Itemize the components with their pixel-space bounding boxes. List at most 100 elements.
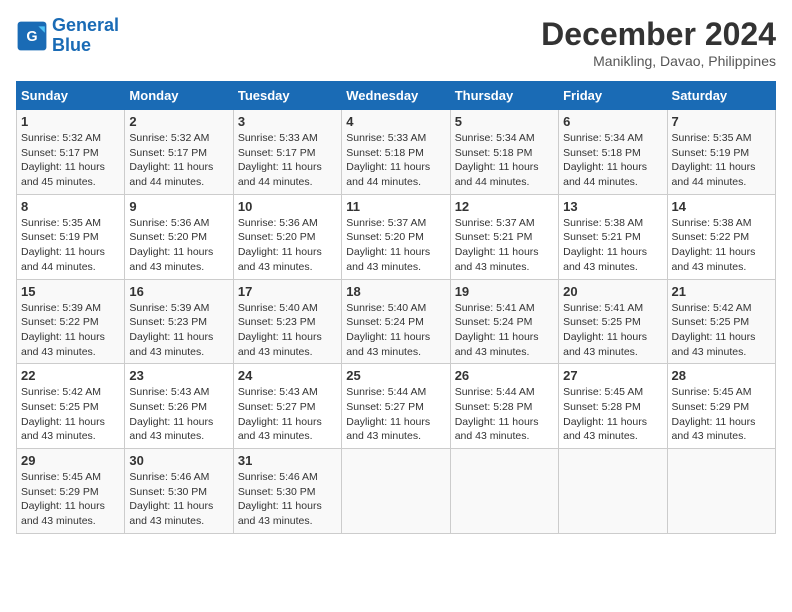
header-friday: Friday (559, 82, 667, 110)
day-info: Sunrise: 5:46 AMSunset: 5:30 PMDaylight:… (238, 470, 337, 529)
table-row: 25 Sunrise: 5:44 AMSunset: 5:27 PMDayligh… (342, 364, 450, 449)
day-number: 20 (563, 284, 662, 299)
day-info: Sunrise: 5:43 AMSunset: 5:26 PMDaylight:… (129, 385, 228, 444)
day-number: 15 (21, 284, 120, 299)
day-info: Sunrise: 5:33 AMSunset: 5:17 PMDaylight:… (238, 131, 337, 190)
table-row: 14 Sunrise: 5:38 AMSunset: 5:22 PMDayligh… (667, 194, 775, 279)
day-number: 23 (129, 368, 228, 383)
day-info: Sunrise: 5:44 AMSunset: 5:27 PMDaylight:… (346, 385, 445, 444)
day-number: 28 (672, 368, 771, 383)
day-number: 2 (129, 114, 228, 129)
header-monday: Monday (125, 82, 233, 110)
svg-text:G: G (26, 29, 37, 45)
logo-icon: G (16, 20, 48, 52)
logo: G General Blue (16, 16, 119, 56)
day-number: 29 (21, 453, 120, 468)
day-number: 11 (346, 199, 445, 214)
table-row: 29 Sunrise: 5:45 AMSunset: 5:29 PMDayligh… (17, 449, 125, 534)
table-row: 8Sunrise: 5:35 AMSunset: 5:19 PMDaylight… (17, 194, 125, 279)
day-info: Sunrise: 5:46 AMSunset: 5:30 PMDaylight:… (129, 470, 228, 529)
location: Manikling, Davao, Philippines (541, 53, 776, 69)
day-number: 19 (455, 284, 554, 299)
table-row: 19 Sunrise: 5:41 AMSunset: 5:24 PMDayligh… (450, 279, 558, 364)
table-row: 16 Sunrise: 5:39 AMSunset: 5:23 PMDayligh… (125, 279, 233, 364)
table-row: 11 Sunrise: 5:37 AMSunset: 5:20 PMDayligh… (342, 194, 450, 279)
day-number: 10 (238, 199, 337, 214)
table-row (450, 449, 558, 534)
day-number: 7 (672, 114, 771, 129)
header-tuesday: Tuesday (233, 82, 341, 110)
logo-text: General Blue (52, 16, 119, 56)
day-info: Sunrise: 5:35 AMSunset: 5:19 PMDaylight:… (672, 131, 771, 190)
day-number: 18 (346, 284, 445, 299)
day-info: Sunrise: 5:39 AMSunset: 5:22 PMDaylight:… (21, 301, 120, 360)
day-info: Sunrise: 5:33 AMSunset: 5:18 PMDaylight:… (346, 131, 445, 190)
day-number: 12 (455, 199, 554, 214)
table-row (342, 449, 450, 534)
table-row: 13Sunrise: 5:38 AMSunset: 5:21 PMDayligh… (559, 194, 667, 279)
table-row: 2 Sunrise: 5:32 AMSunset: 5:17 PMDaylight… (125, 110, 233, 195)
table-row: 21 Sunrise: 5:42 AMSunset: 5:25 PMDayligh… (667, 279, 775, 364)
day-number: 3 (238, 114, 337, 129)
day-number: 8 (21, 199, 120, 214)
table-row: 23 Sunrise: 5:43 AMSunset: 5:26 PMDayligh… (125, 364, 233, 449)
table-row: 31 Sunrise: 5:46 AMSunset: 5:30 PMDayligh… (233, 449, 341, 534)
day-info: Sunrise: 5:32 AMSunset: 5:17 PMDaylight:… (129, 131, 228, 190)
table-row: 4Sunrise: 5:33 AMSunset: 5:18 PMDaylight… (342, 110, 450, 195)
day-number: 24 (238, 368, 337, 383)
day-info: Sunrise: 5:32 AMSunset: 5:17 PMDaylight:… (21, 131, 120, 190)
day-info: Sunrise: 5:34 AMSunset: 5:18 PMDaylight:… (455, 131, 554, 190)
day-number: 14 (672, 199, 771, 214)
table-row: 28 Sunrise: 5:45 AMSunset: 5:29 PMDayligh… (667, 364, 775, 449)
table-row: 18 Sunrise: 5:40 AMSunset: 5:24 PMDayligh… (342, 279, 450, 364)
table-row: 1 Sunrise: 5:32 AMSunset: 5:17 PMDaylight… (17, 110, 125, 195)
day-info: Sunrise: 5:42 AMSunset: 5:25 PMDaylight:… (21, 385, 120, 444)
month-title: December 2024 (541, 16, 776, 53)
day-number: 17 (238, 284, 337, 299)
day-number: 16 (129, 284, 228, 299)
title-block: December 2024 Manikling, Davao, Philippi… (541, 16, 776, 69)
day-info: Sunrise: 5:45 AMSunset: 5:29 PMDaylight:… (21, 470, 120, 529)
day-info: Sunrise: 5:41 AMSunset: 5:24 PMDaylight:… (455, 301, 554, 360)
day-info: Sunrise: 5:37 AMSunset: 5:21 PMDaylight:… (455, 216, 554, 275)
header-sunday: Sunday (17, 82, 125, 110)
day-number: 5 (455, 114, 554, 129)
calendar-table: Sunday Monday Tuesday Wednesday Thursday… (16, 81, 776, 534)
day-number: 22 (21, 368, 120, 383)
day-number: 30 (129, 453, 228, 468)
day-info: Sunrise: 5:41 AMSunset: 5:25 PMDaylight:… (563, 301, 662, 360)
day-info: Sunrise: 5:44 AMSunset: 5:28 PMDaylight:… (455, 385, 554, 444)
day-info: Sunrise: 5:37 AMSunset: 5:20 PMDaylight:… (346, 216, 445, 275)
header-saturday: Saturday (667, 82, 775, 110)
day-number: 6 (563, 114, 662, 129)
table-row: 10 Sunrise: 5:36 AMSunset: 5:20 PMDayligh… (233, 194, 341, 279)
table-row: 9Sunrise: 5:36 AMSunset: 5:20 PMDaylight… (125, 194, 233, 279)
page-header: G General Blue December 2024 Manikling, … (16, 16, 776, 69)
day-info: Sunrise: 5:34 AMSunset: 5:18 PMDaylight:… (563, 131, 662, 190)
day-info: Sunrise: 5:45 AMSunset: 5:29 PMDaylight:… (672, 385, 771, 444)
table-row: 6 Sunrise: 5:34 AMSunset: 5:18 PMDaylight… (559, 110, 667, 195)
day-info: Sunrise: 5:38 AMSunset: 5:21 PMDaylight:… (563, 216, 662, 275)
day-number: 31 (238, 453, 337, 468)
table-row: 7 Sunrise: 5:35 AMSunset: 5:19 PMDaylight… (667, 110, 775, 195)
day-info: Sunrise: 5:36 AMSunset: 5:20 PMDaylight:… (238, 216, 337, 275)
table-row: 3 Sunrise: 5:33 AMSunset: 5:17 PMDaylight… (233, 110, 341, 195)
header-thursday: Thursday (450, 82, 558, 110)
table-row: 15 Sunrise: 5:39 AMSunset: 5:22 PMDayligh… (17, 279, 125, 364)
day-info: Sunrise: 5:39 AMSunset: 5:23 PMDaylight:… (129, 301, 228, 360)
table-row: 22 Sunrise: 5:42 AMSunset: 5:25 PMDayligh… (17, 364, 125, 449)
table-row: 30 Sunrise: 5:46 AMSunset: 5:30 PMDayligh… (125, 449, 233, 534)
day-info: Sunrise: 5:40 AMSunset: 5:24 PMDaylight:… (346, 301, 445, 360)
table-row (559, 449, 667, 534)
day-info: Sunrise: 5:38 AMSunset: 5:22 PMDaylight:… (672, 216, 771, 275)
day-number: 1 (21, 114, 120, 129)
day-info: Sunrise: 5:42 AMSunset: 5:25 PMDaylight:… (672, 301, 771, 360)
day-info: Sunrise: 5:36 AMSunset: 5:20 PMDaylight:… (129, 216, 228, 275)
day-number: 25 (346, 368, 445, 383)
table-row: 26Sunrise: 5:44 AMSunset: 5:28 PMDayligh… (450, 364, 558, 449)
day-number: 27 (563, 368, 662, 383)
table-row: 27Sunrise: 5:45 AMSunset: 5:28 PMDayligh… (559, 364, 667, 449)
table-row: 20 Sunrise: 5:41 AMSunset: 5:25 PMDayligh… (559, 279, 667, 364)
day-number: 21 (672, 284, 771, 299)
day-info: Sunrise: 5:40 AMSunset: 5:23 PMDaylight:… (238, 301, 337, 360)
